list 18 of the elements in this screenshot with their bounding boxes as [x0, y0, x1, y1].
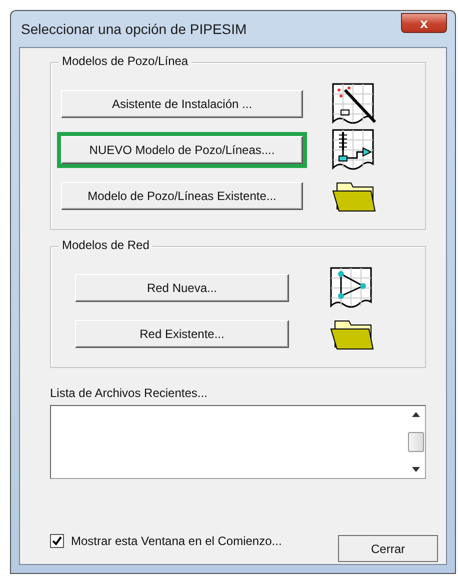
- close-button[interactable]: Cerrar: [338, 535, 438, 562]
- pipeline-icon: [331, 128, 377, 172]
- checkbox[interactable]: [50, 534, 64, 548]
- option-button[interactable]: NUEVO Modelo de Pozo/Líneas....: [61, 136, 303, 164]
- network-icon: [329, 266, 375, 310]
- group-title: Modelos de Pozo/Línea: [59, 54, 192, 68]
- window-title: Seleccionar una opción de PIPESIM: [20, 21, 247, 37]
- checkbox-label: Mostrar esta Ventana en el Comienzo...: [71, 534, 282, 548]
- option-button[interactable]: Asistente de Instalación ...: [61, 90, 303, 118]
- option-button[interactable]: Red Existente...: [75, 320, 289, 348]
- close-button[interactable]: x: [401, 13, 447, 33]
- scroll-up-icon[interactable]: [412, 412, 420, 417]
- wizard-icon: [331, 82, 377, 126]
- scroll-down-icon[interactable]: [412, 467, 420, 472]
- option-button[interactable]: Red Nueva...: [75, 274, 289, 302]
- group-title: Modelos de Red: [59, 238, 152, 252]
- list-label: Lista de Archivos Recientes...: [50, 386, 208, 400]
- option-button[interactable]: Modelo de Pozo/Líneas Existente...: [61, 182, 303, 210]
